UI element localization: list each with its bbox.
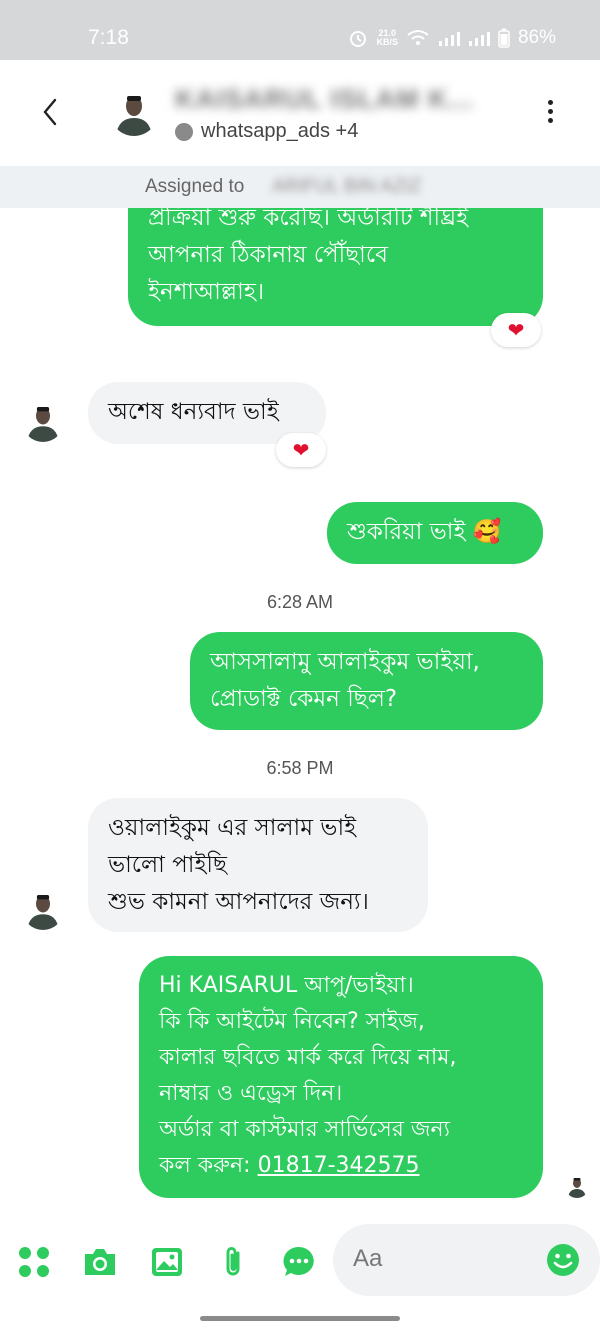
channel-status-icon — [175, 122, 193, 141]
attachment-icon[interactable] — [215, 1244, 251, 1280]
contact-name[interactable]: KAISARUL ISLAM K... — [175, 84, 474, 115]
back-button[interactable] — [30, 90, 70, 134]
image-icon[interactable] — [149, 1244, 185, 1280]
message-composer: Aa — [0, 1218, 600, 1306]
network-speed-unit: KB/S — [376, 37, 398, 47]
message-bubble-outgoing[interactable]: প্রক্রিয়া শুরু করেছি। অর্ডারটি শীঘ্রই আ… — [128, 208, 543, 326]
battery-icon — [498, 28, 510, 48]
more-dot — [547, 118, 553, 123]
status-icons: 21.0 KB/S 86% — [348, 27, 556, 49]
message-input-placeholder: Aa — [353, 1245, 383, 1272]
heart-reaction-icon[interactable]: ❤ — [491, 313, 541, 347]
status-bar: 7:18 21.0 KB/S 86% — [0, 0, 600, 60]
assigned-banner: Assigned to ARIFUL BIN AZIZ — [0, 166, 600, 208]
status-time: 7:18 — [88, 26, 129, 49]
heart-reaction-icon[interactable]: ❤ — [276, 433, 326, 467]
seen-avatar — [565, 1174, 589, 1198]
message-input[interactable]: Aa — [333, 1224, 600, 1296]
person-photo-icon — [22, 400, 64, 442]
chevron-left-icon — [43, 98, 57, 126]
message-bubble-outgoing[interactable]: আসসালামু আলাইকুম ভাইয়া, প্রোডাক্ট কেমন … — [190, 632, 543, 730]
contact-channel: whatsapp_ads +4 — [175, 120, 358, 143]
alarm-icon — [350, 31, 367, 47]
contact-avatar-small — [22, 400, 64, 442]
more-dot — [547, 109, 553, 114]
signal-icon — [438, 32, 460, 46]
assigned-agent-name: ARIFUL BIN AZIZ — [272, 176, 422, 197]
wifi-icon — [407, 30, 429, 45]
person-photo-icon — [22, 888, 64, 930]
contact-avatar[interactable] — [110, 88, 158, 136]
contact-avatar-small — [22, 888, 64, 930]
battery-percent: 86% — [517, 27, 556, 48]
message-bubble-incoming[interactable]: ওয়ালাইকুম এর সালাম ভাই ভালো পাইছি শুভ ক… — [88, 798, 428, 932]
assigned-label: Assigned to — [145, 176, 245, 197]
emoji-icon[interactable] — [546, 1243, 580, 1277]
message-bubble-outgoing[interactable]: Hi KAISARUL আপু/ভাইয়া। কি কি আইটেম নিবে… — [139, 956, 543, 1198]
apps-icon[interactable] — [16, 1244, 52, 1280]
camera-icon[interactable] — [82, 1244, 118, 1280]
person-photo-icon — [110, 88, 158, 136]
home-indicator[interactable] — [200, 1316, 400, 1321]
signal-icon-2 — [468, 32, 490, 46]
network-speed: 21.0 KB/S — [376, 29, 398, 47]
message-bubble-outgoing[interactable]: শুকরিয়া ভাই 🥰 — [327, 502, 543, 564]
messenger-chat-screen: 7:18 21.0 KB/S 86% KAISARUL ISLAM K... w… — [0, 0, 600, 1333]
phone-link[interactable]: 01817-342575 — [258, 1153, 420, 1178]
more-options-button[interactable] — [538, 96, 562, 132]
message-timestamp: 6:28 AM — [266, 592, 334, 612]
chat-icon[interactable] — [281, 1244, 317, 1280]
message-text: Hi KAISARUL আপু/ভাইয়া। কি কি আইটেম নিবে… — [159, 973, 457, 1178]
chat-header: KAISARUL ISLAM K... whatsapp_ads +4 — [0, 60, 600, 166]
message-timestamp: 6:58 PM — [266, 758, 334, 778]
message-list[interactable]: প্রক্রিয়া শুরু করেছি। অর্ডারটি শীঘ্রই আ… — [0, 208, 600, 1218]
person-photo-icon — [565, 1174, 589, 1198]
channel-label: whatsapp_ads +4 — [201, 120, 359, 142]
more-vertical-icon — [547, 100, 553, 105]
